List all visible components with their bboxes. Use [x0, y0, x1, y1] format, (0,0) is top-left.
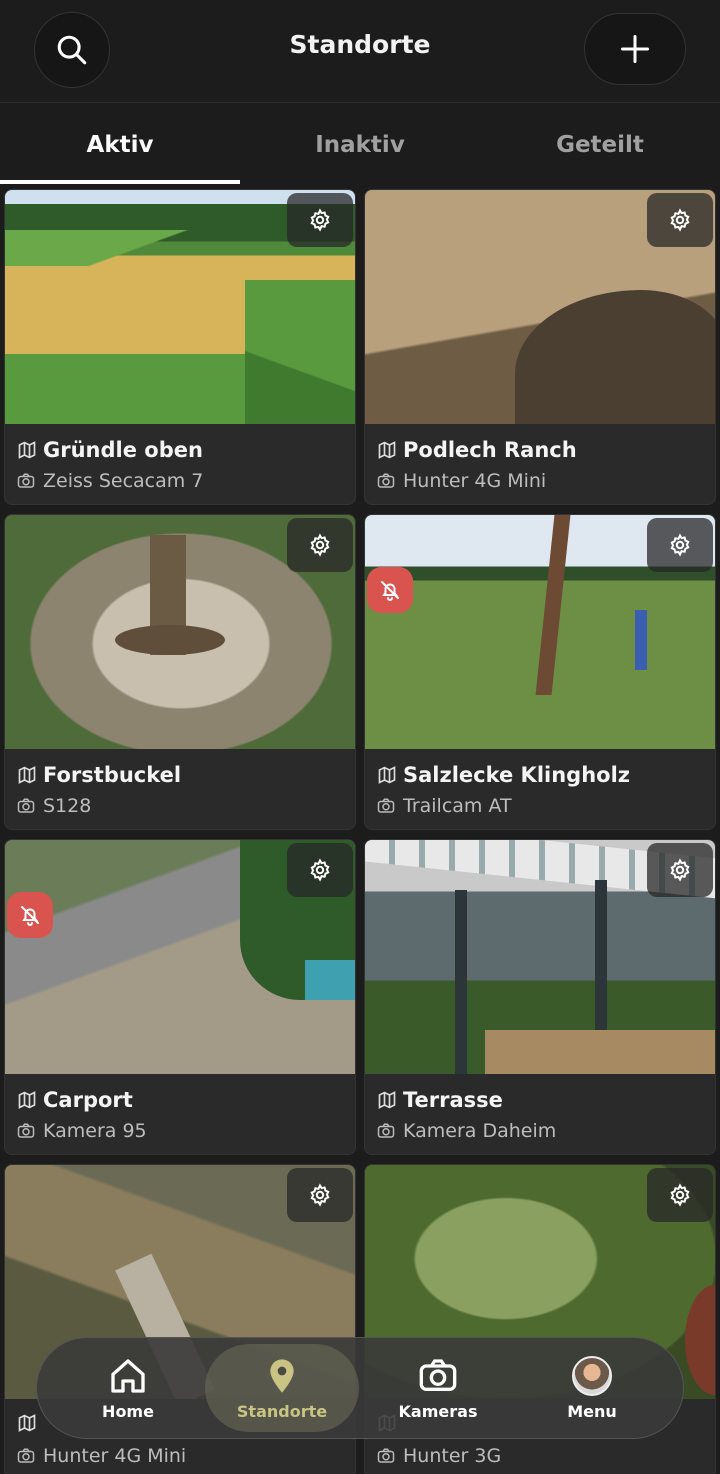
notifications-off-badge[interactable]: [367, 567, 413, 613]
nav-standorte-label: Standorte: [236, 1401, 328, 1421]
tab-aktiv[interactable]: Aktiv: [0, 104, 240, 186]
settings-button[interactable]: [647, 843, 713, 897]
search-icon: [57, 35, 87, 65]
search-button[interactable]: [34, 12, 110, 88]
gear-icon: [310, 1183, 330, 1207]
location-card[interactable]: Podlech Ranch Hunter 4G Mini: [364, 189, 716, 505]
camera-name: Hunter 3G: [403, 1445, 502, 1467]
settings-button[interactable]: [647, 1168, 713, 1222]
settings-button[interactable]: [647, 193, 713, 247]
camera-icon: [17, 473, 35, 488]
camera-icon: [419, 1358, 457, 1391]
map-icon: [18, 766, 36, 784]
home-icon: [111, 1358, 145, 1393]
tab-geteilt[interactable]: Geteilt: [480, 104, 720, 186]
location-name: Carport: [43, 1088, 133, 1112]
top-bar: Standorte: [0, 0, 720, 103]
add-location-button[interactable]: [584, 13, 686, 85]
camera-name: S128: [43, 795, 92, 817]
camera-icon: [17, 1123, 35, 1138]
plus-icon: [621, 35, 649, 63]
camera-icon: [377, 1448, 395, 1463]
nav-kameras[interactable]: Kameras: [361, 1344, 515, 1432]
gear-icon: [310, 533, 330, 557]
location-name: Terrasse: [403, 1088, 503, 1112]
gear-icon: [670, 858, 690, 882]
settings-button[interactable]: [287, 193, 353, 247]
tab-bar: Aktiv Inaktiv Geteilt: [0, 104, 720, 186]
location-name: Forstbuckel: [43, 763, 182, 787]
location-name: Salzlecke Klingholz: [403, 763, 631, 787]
page-title: Standorte: [289, 30, 431, 59]
gear-icon: [310, 858, 330, 882]
map-icon: [18, 1414, 36, 1432]
location-card[interactable]: Forstbuckel S128: [4, 514, 356, 830]
camera-name: Hunter 4G Mini: [403, 470, 547, 492]
settings-button[interactable]: [287, 1168, 353, 1222]
gear-icon: [310, 208, 330, 232]
location-card[interactable]: Carport Kamera 95: [4, 839, 356, 1155]
camera-name: Zeiss Secacam 7: [43, 470, 204, 492]
location-card[interactable]: Terrasse Kamera Daheim: [364, 839, 716, 1155]
nav-menu[interactable]: Menu: [515, 1344, 669, 1432]
settings-button[interactable]: [287, 843, 353, 897]
map-icon: [18, 1091, 36, 1109]
location-pin-icon: [270, 1358, 294, 1393]
location-card[interactable]: Gründle oben Zeiss Secacam 7: [4, 189, 356, 505]
camera-icon: [377, 798, 395, 813]
map-icon: [378, 441, 396, 459]
nav-menu-label: Menu: [567, 1401, 617, 1421]
tab-inaktiv[interactable]: Inaktiv: [240, 104, 480, 186]
camera-name: Hunter 4G Mini: [43, 1445, 187, 1467]
nav-standorte[interactable]: Standorte: [205, 1344, 359, 1432]
nav-home[interactable]: Home: [51, 1344, 205, 1432]
camera-name: Kamera 95: [43, 1120, 147, 1142]
bell-off-icon: [381, 581, 399, 601]
gear-icon: [670, 208, 690, 232]
bottom-navigation: Home Standorte Kameras Menu: [36, 1337, 684, 1439]
map-icon: [378, 766, 396, 784]
avatar: [572, 1355, 612, 1396]
settings-button[interactable]: [287, 518, 353, 572]
camera-name: Kamera Daheim: [403, 1120, 557, 1142]
camera-icon: [377, 473, 395, 488]
settings-button[interactable]: [647, 518, 713, 572]
camera-name: Trailcam AT: [403, 795, 512, 817]
gear-icon: [670, 533, 690, 557]
location-card[interactable]: Salzlecke Klingholz Trailcam AT: [364, 514, 716, 830]
camera-icon: [17, 798, 35, 813]
location-name: Gründle oben: [43, 438, 203, 462]
map-icon: [18, 441, 36, 459]
nav-home-label: Home: [102, 1401, 154, 1421]
camera-icon: [17, 1448, 35, 1463]
active-tab-indicator: [0, 180, 240, 184]
bell-off-icon: [21, 906, 39, 926]
nav-kameras-label: Kameras: [398, 1401, 478, 1421]
location-name: Podlech Ranch: [403, 438, 577, 462]
map-icon: [378, 1091, 396, 1109]
camera-icon: [377, 1123, 395, 1138]
notifications-off-badge[interactable]: [7, 892, 53, 938]
gear-icon: [670, 1183, 690, 1207]
